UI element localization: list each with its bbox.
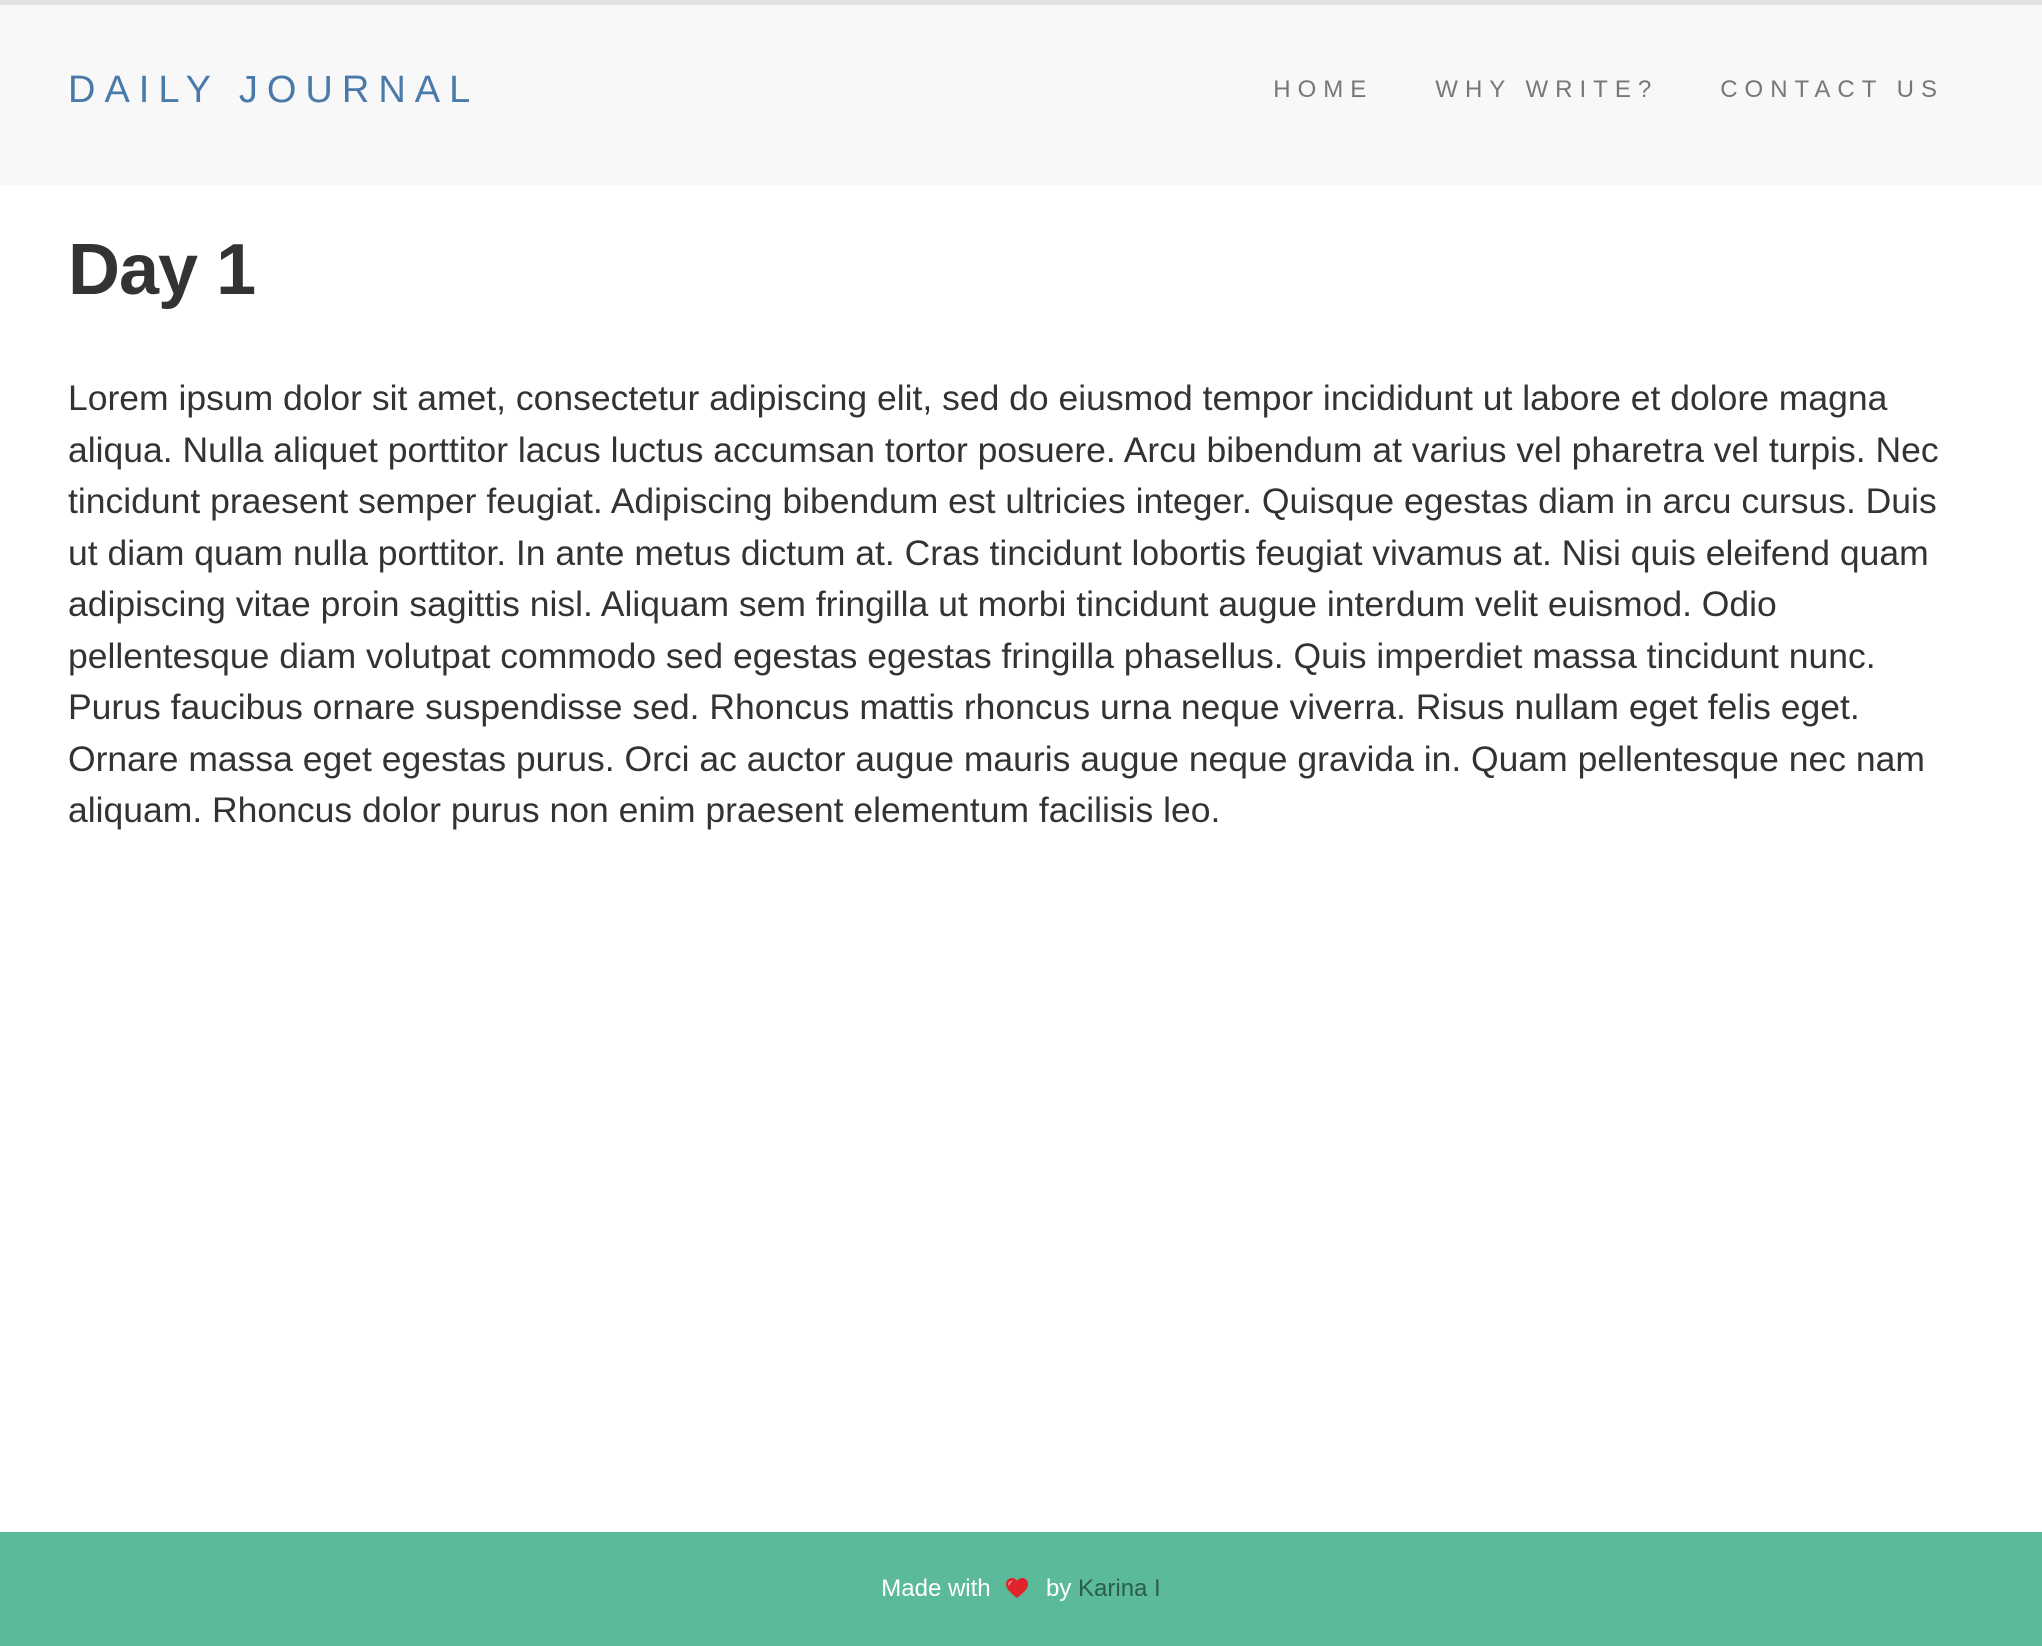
post-title: Day 1 bbox=[68, 230, 256, 310]
footer-made-with: Made with bbox=[881, 1575, 991, 1602]
nav-link-contact-us[interactable]: CONTACT US bbox=[1720, 76, 1944, 103]
nav-link-home[interactable]: HOME bbox=[1273, 76, 1373, 103]
nav-item-why-write: WHY WRITE? bbox=[1435, 76, 1658, 104]
nav-link-why-write[interactable]: WHY WRITE? bbox=[1435, 76, 1658, 103]
footer-by: by bbox=[1045, 1575, 1072, 1602]
footer-credit: Made with by Karina I bbox=[0, 1572, 2042, 1606]
page: DAILY JOURNAL HOME WHY WRITE? CONTACT US… bbox=[0, 0, 2042, 1646]
brand-link[interactable]: DAILY JOURNAL bbox=[68, 62, 479, 118]
author-link[interactable]: Karina I bbox=[1078, 1575, 1161, 1602]
nav-item-home: HOME bbox=[1273, 76, 1373, 104]
nav-item-contact-us: CONTACT US bbox=[1720, 76, 1944, 104]
post-content: Day 1 Lorem ipsum dolor sit amet, consec… bbox=[68, 185, 1968, 837]
footer: Made with by Karina I bbox=[0, 1532, 2042, 1646]
nav-links: HOME WHY WRITE? CONTACT US bbox=[1211, 62, 1944, 118]
navbar: DAILY JOURNAL HOME WHY WRITE? CONTACT US bbox=[0, 5, 2042, 185]
post-body: Lorem ipsum dolor sit amet, consectetur … bbox=[68, 378, 1939, 830]
heart-icon bbox=[1006, 1578, 1029, 1598]
